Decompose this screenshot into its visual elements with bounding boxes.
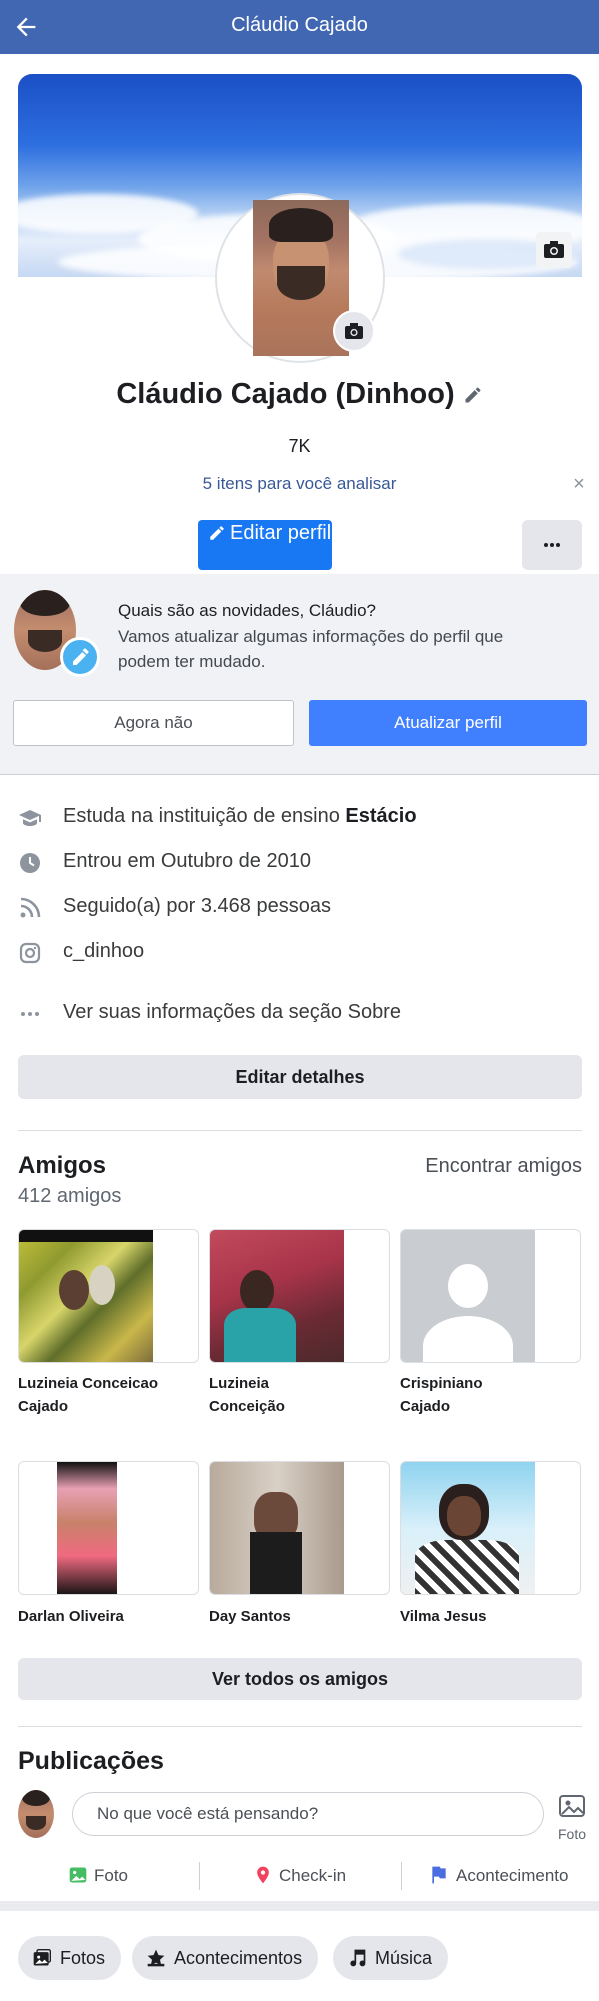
rss-icon xyxy=(20,897,41,918)
dots-icon xyxy=(544,543,548,547)
friend-name[interactable]: Crispiniano Cajado xyxy=(400,1372,500,1418)
see-all-friends-button[interactable]: Ver todos os amigos xyxy=(18,1658,582,1700)
event-action-label: Acontecimento xyxy=(456,1866,569,1885)
close-icon[interactable]: × xyxy=(570,474,588,494)
edit-details-button[interactable]: Editar detalhes xyxy=(18,1055,582,1099)
more-options-button[interactable] xyxy=(522,520,582,570)
followed-by-text: Seguido(a) por 3.468 pessoas xyxy=(63,895,331,917)
photo-icon xyxy=(33,1949,52,1966)
composer-photo-button[interactable]: Foto xyxy=(556,1790,594,1846)
friend-photo xyxy=(19,1230,153,1362)
instagram-icon xyxy=(19,942,41,964)
composer-photo-label: Foto xyxy=(558,1826,587,1842)
divider xyxy=(401,1862,402,1890)
divider xyxy=(0,774,599,775)
clock-icon xyxy=(20,853,40,873)
profile-name: Cláudio Cajado (Dinhoo) xyxy=(0,378,599,411)
edit-profile-button[interactable]: Editar perfil xyxy=(198,520,332,570)
pencil-icon xyxy=(73,648,89,665)
photo-icon xyxy=(69,1867,87,1883)
prompt-pencil-badge xyxy=(60,637,100,677)
edit-profile-label: Editar perfil xyxy=(230,522,332,544)
divider xyxy=(199,1862,200,1890)
friend-card[interactable] xyxy=(400,1229,581,1363)
prompt-title: Quais são as novidades, Cláudio? xyxy=(118,601,376,620)
music-tab-label: Música xyxy=(375,1948,433,1968)
publications-heading: Publicações xyxy=(18,1747,164,1775)
joined-text: Entrou em Outubro de 2010 xyxy=(63,850,311,872)
music-tab[interactable]: Música xyxy=(333,1936,449,1980)
education-institution[interactable]: Estácio xyxy=(345,805,416,827)
flag-icon xyxy=(432,1866,446,1884)
friend-card[interactable] xyxy=(209,1461,390,1595)
friend-card[interactable] xyxy=(209,1229,390,1363)
composer-avatar xyxy=(18,1790,54,1838)
checkin-action[interactable]: Check-in xyxy=(253,1858,346,1894)
cover-camera-button[interactable] xyxy=(536,232,572,268)
camera-icon xyxy=(345,323,363,339)
about-link-text: Ver suas informações da seção Sobre xyxy=(63,1001,401,1023)
pencil-icon xyxy=(210,526,224,540)
camera-icon xyxy=(544,241,564,258)
friend-photo xyxy=(401,1462,535,1594)
find-friends-link[interactable]: Encontrar amigos xyxy=(425,1155,582,1178)
divider xyxy=(18,1726,582,1727)
friends-heading: Amigos xyxy=(18,1152,107,1179)
education-prefix: Estuda na instituição de ensino xyxy=(63,805,346,827)
friend-photo xyxy=(210,1230,344,1362)
prompt-subtitle: Vamos atualizar algumas informações do p… xyxy=(118,627,504,671)
event-action[interactable]: Acontecimento xyxy=(428,1858,568,1894)
photo-action-label: Foto xyxy=(94,1866,129,1885)
not-now-button[interactable]: Agora não xyxy=(13,700,294,746)
instagram-handle: c_dinhoo xyxy=(63,940,145,962)
followers-count: 7K xyxy=(288,436,311,456)
divider xyxy=(18,1130,582,1131)
dots-icon xyxy=(21,1012,39,1016)
star-icon xyxy=(147,1949,165,1967)
events-tab[interactable]: Acontecimentos xyxy=(132,1936,319,1980)
page-title: Cláudio Cajado xyxy=(231,14,368,36)
friend-name[interactable]: Luzineia Conceição xyxy=(209,1372,329,1418)
friend-photo-placeholder xyxy=(401,1230,535,1362)
friend-name[interactable]: Darlan Oliveira xyxy=(18,1605,198,1628)
profile-name-text: Cláudio Cajado (Dinhoo) xyxy=(116,378,455,410)
status-composer-input[interactable]: No que você está pensando? xyxy=(72,1792,544,1836)
friend-card[interactable] xyxy=(18,1461,199,1595)
friend-photo xyxy=(210,1462,344,1594)
section-separator xyxy=(0,1901,599,1911)
post-actions-bar: Foto Check-in Acontecimento xyxy=(0,1858,599,1894)
review-items-link[interactable]: 5 itens para você analisar xyxy=(0,474,599,494)
photo-action[interactable]: Foto xyxy=(68,1858,128,1894)
friend-card[interactable] xyxy=(400,1461,581,1595)
checkin-action-label: Check-in xyxy=(279,1866,347,1885)
photos-tab[interactable]: Fotos xyxy=(18,1936,122,1980)
location-pin-icon xyxy=(257,1866,269,1884)
friend-photo xyxy=(19,1462,153,1594)
events-tab-label: Acontecimentos xyxy=(174,1948,303,1968)
photos-tab-label: Fotos xyxy=(60,1948,106,1968)
photo-icon xyxy=(559,1795,585,1817)
friend-card[interactable] xyxy=(18,1229,199,1363)
friend-name[interactable]: Vilma Jesus xyxy=(400,1605,580,1628)
friend-name[interactable]: Luzineia Conceicao Cajado xyxy=(18,1372,198,1418)
friend-name[interactable]: Day Santos xyxy=(209,1605,389,1628)
avatar-camera-button[interactable] xyxy=(333,310,375,352)
graduation-cap-icon xyxy=(19,810,41,826)
friends-count: 412 amigos xyxy=(18,1185,122,1207)
top-bar: Cláudio Cajado xyxy=(0,0,599,54)
music-note-icon xyxy=(350,1949,366,1967)
update-profile-button[interactable]: Atualizar perfil xyxy=(309,700,587,746)
pencil-icon[interactable] xyxy=(463,385,483,405)
